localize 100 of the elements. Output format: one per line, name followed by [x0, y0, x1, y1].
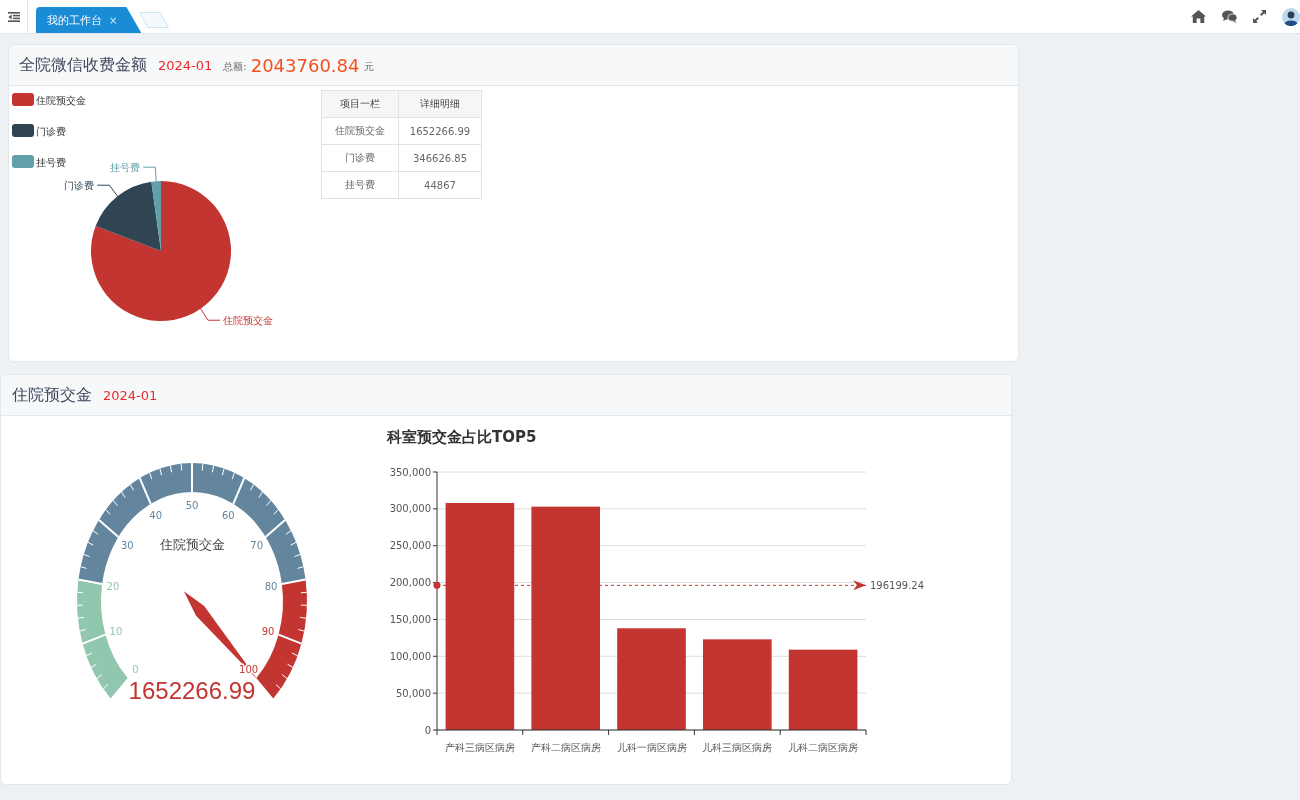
- gauge-tick: [300, 591, 308, 594]
- gauge-split-line: [77, 578, 104, 585]
- gauge-tick-label: 70: [250, 539, 264, 551]
- gauge-tick-label: 50: [185, 500, 199, 511]
- y-axis-label: 350,000: [389, 466, 431, 478]
- gauge-tick: [92, 530, 99, 535]
- chat-icon[interactable]: [1222, 10, 1237, 23]
- gauge-tick: [300, 604, 308, 606]
- home-icon[interactable]: [1191, 10, 1206, 23]
- gauge-tick-label: 60: [221, 510, 235, 522]
- gauge-tick: [129, 484, 135, 491]
- gauge-tick: [287, 663, 294, 668]
- currency-unit: 元: [363, 59, 374, 74]
- gauge-tick: [221, 468, 225, 476]
- gauge-split-line: [277, 633, 303, 645]
- gauge-tick: [90, 663, 97, 668]
- panel-title: 住院预交金: [12, 384, 92, 406]
- gauge-tick-label: 90: [261, 625, 275, 637]
- gauge-tick-label: 80: [264, 581, 278, 592]
- pie-label: 住院预交金: [223, 314, 273, 326]
- gauge-tick: [291, 652, 299, 657]
- gauge-tick: [121, 491, 126, 498]
- menu-icon[interactable]: [7, 11, 20, 22]
- gauge-tick: [102, 684, 109, 690]
- gauge-value: 1652266.99: [128, 677, 256, 704]
- gauge-split-line: [138, 477, 152, 505]
- gauge-tick: [76, 591, 84, 594]
- tab-close-button[interactable]: ×: [109, 14, 118, 26]
- gauge-tick: [297, 566, 304, 569]
- gauge-tick: [275, 684, 282, 690]
- legend-label: 门诊费: [36, 125, 66, 137]
- gauge-tick: [294, 553, 301, 558]
- total-amount: 2043760.84: [250, 54, 360, 76]
- reference-line-label: 196199.24: [870, 579, 925, 591]
- y-axis-label: 100,000: [389, 650, 431, 662]
- gauge-tick: [83, 553, 90, 558]
- x-axis-label: 儿科一病区病房: [616, 742, 687, 753]
- chart-title: 科室预交金占比TOP5: [387, 428, 537, 446]
- y-axis-label: 250,000: [389, 540, 431, 552]
- gauge-tick: [211, 464, 215, 473]
- leader-line: [142, 166, 157, 182]
- legend-label: 住院预交金: [36, 94, 86, 106]
- gauge-split-line: [81, 633, 107, 645]
- gauge-tick: [105, 509, 111, 515]
- gauge-split-line: [264, 518, 287, 538]
- gauge-split-line: [191, 462, 193, 493]
- gauge-tick: [149, 472, 153, 480]
- gauge-title: 住院预交金: [159, 537, 225, 552]
- gauge-tick-label: 0: [132, 663, 139, 675]
- gauge-tick: [87, 541, 94, 546]
- gauge-tick: [258, 491, 263, 498]
- total-label: 总额:: [223, 59, 247, 74]
- gauge-tick: [85, 652, 93, 657]
- gauge-tick: [180, 463, 183, 472]
- gauge-tick-label: 10: [109, 625, 123, 637]
- gauge-tick: [273, 509, 279, 515]
- column-header: 项目一栏: [321, 90, 399, 118]
- gauge-tick-label: 30: [120, 539, 134, 551]
- period-label: 2024-01: [158, 57, 213, 73]
- gauge-tick: [249, 484, 255, 491]
- panel-title: 全院微信收费金额: [19, 54, 147, 76]
- y-axis-label: 50,000: [396, 687, 431, 699]
- gauge-tick: [169, 464, 173, 473]
- column-header: 详细明细: [398, 90, 482, 118]
- pie-label: 挂号费: [110, 161, 141, 173]
- blank-tab-icon: [139, 12, 170, 28]
- gauge-tick: [77, 616, 85, 619]
- leader-line: [200, 308, 221, 321]
- x-axis-label: 产科三病区病房: [444, 742, 515, 753]
- gauge-tick: [299, 616, 307, 619]
- fullscreen-icon[interactable]: [1253, 10, 1266, 23]
- workspace-tab[interactable]: 我的工作台 ×: [36, 7, 142, 33]
- table-cell: 44867: [398, 171, 482, 199]
- gauge-split-line: [97, 518, 120, 538]
- y-axis-label: 150,000: [389, 613, 431, 625]
- gauge-tick: [290, 541, 297, 546]
- gauge-tick: [285, 530, 292, 535]
- gauge-tick: [112, 499, 118, 506]
- gauge-tick: [201, 463, 204, 472]
- gauge-tick: [76, 604, 84, 606]
- gauge-tick: [281, 674, 288, 680]
- gauge-tick: [266, 499, 272, 506]
- table-cell: 1652266.99: [398, 117, 482, 145]
- gauge-tick: [159, 468, 163, 476]
- pie-label: 门诊费: [64, 179, 95, 191]
- gauge-tick: [297, 629, 305, 632]
- y-axis-label: 200,000: [389, 577, 431, 589]
- user-avatar[interactable]: [1282, 7, 1300, 26]
- x-axis-label: 儿科二病区病房: [788, 742, 859, 753]
- gauge-tick: [231, 472, 235, 480]
- table-cell: 346626.85: [398, 144, 482, 172]
- gauge-tick-label: 20: [106, 581, 120, 592]
- gauge-tick-label: 40: [149, 510, 163, 522]
- y-axis-label: 0: [424, 724, 431, 736]
- table-cell: 门诊费: [321, 144, 399, 172]
- gauge-tick: [79, 629, 87, 632]
- gauge-split-line: [232, 477, 246, 505]
- leader-line: [96, 184, 118, 197]
- period-label: 2024-01: [103, 387, 158, 403]
- gauge-split-line: [280, 578, 307, 585]
